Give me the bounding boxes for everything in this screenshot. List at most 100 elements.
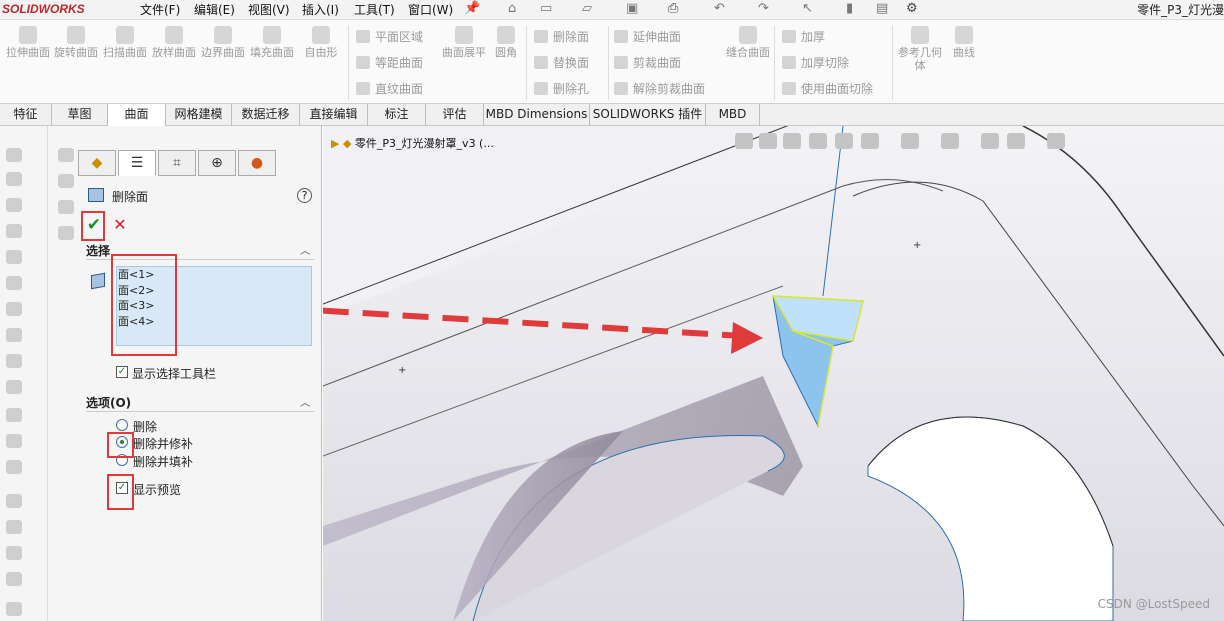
menu-tools[interactable]: 工具(T) (354, 1, 395, 18)
tool-icon[interactable] (6, 602, 22, 616)
offset-surface-button[interactable]: 等距曲面 (356, 54, 423, 72)
redo-icon[interactable]: ↷ (758, 1, 769, 16)
view-settings-icon[interactable] (1047, 133, 1065, 149)
tool-icon[interactable] (6, 224, 22, 238)
hide-show-items-icon[interactable] (941, 133, 959, 149)
tool-icon[interactable] (6, 250, 22, 264)
select-arrow-icon[interactable]: ↖ (802, 1, 813, 16)
tab-sketch[interactable]: 草图 (52, 104, 108, 126)
tab-solidworks-addins[interactable]: SOLIDWORKS 插件 (590, 104, 706, 126)
tool-icon[interactable] (6, 302, 22, 316)
ruled-surface-button[interactable]: 直纹曲面 (356, 80, 423, 98)
tool-icon[interactable] (6, 198, 22, 212)
cancel-button[interactable]: ✕ (110, 215, 130, 235)
reference-geometry-button[interactable]: 参考几何体 (898, 26, 942, 72)
apply-scene-icon[interactable] (1007, 133, 1025, 149)
graphics-viewport[interactable]: + + ▶ ◆ 零件_P3_灯光漫射罩_v3 (... CSDN @LostSp… (323, 126, 1224, 621)
sweep-surface-button[interactable]: 扫描曲面 (103, 26, 147, 59)
revolve-surface-button[interactable]: 旋转曲面 (54, 26, 98, 59)
pin-icon[interactable]: 📌 (464, 1, 480, 16)
panel-side-icon[interactable] (58, 148, 74, 162)
dynamic-annotation-icon[interactable] (835, 133, 853, 149)
tool-icon[interactable] (6, 494, 22, 508)
dimxpert-manager-tab[interactable]: ⊕ (198, 150, 236, 176)
print-icon[interactable]: ⎙ (668, 1, 678, 16)
property-manager-tab[interactable]: ☰ (118, 150, 156, 176)
curves-button[interactable]: 曲线 (942, 26, 986, 59)
loft-surface-button[interactable]: 放样曲面 (152, 26, 196, 59)
tool-icon[interactable] (6, 546, 22, 560)
rebuild-icon[interactable]: ▮ (846, 1, 853, 16)
tool-icon[interactable] (6, 460, 22, 474)
tool-icon[interactable] (6, 408, 22, 422)
edit-appearance-icon[interactable] (981, 133, 999, 149)
surface-flatten-button[interactable]: 曲面展平 (442, 26, 486, 59)
tab-mesh-modeling[interactable]: 网格建模 (166, 104, 232, 126)
delete-radio[interactable] (116, 419, 128, 431)
save-icon[interactable]: ▣ (626, 1, 638, 16)
boundary-surface-button[interactable]: 边界曲面 (201, 26, 245, 59)
tool-icon[interactable] (6, 380, 22, 394)
tab-surfaces[interactable]: 曲面 (108, 104, 166, 127)
help-icon[interactable]: ? (297, 188, 312, 203)
panel-side-icon[interactable] (58, 174, 74, 188)
options-section-header[interactable]: 选项(O) ︿ (86, 394, 314, 412)
tool-icon[interactable] (6, 354, 22, 368)
replace-face-button[interactable]: 替换面 (534, 54, 589, 72)
tool-icon[interactable] (6, 520, 22, 534)
tab-mbd-dimensions[interactable]: MBD Dimensions (484, 104, 590, 126)
zoom-to-area-icon[interactable] (759, 133, 777, 149)
panel-side-icon[interactable] (58, 200, 74, 214)
delete-hole-button[interactable]: 删除孔 (534, 80, 589, 98)
section-view-icon[interactable] (809, 133, 827, 149)
model-render[interactable]: + + (323, 126, 1224, 621)
fillet-button[interactable]: 圆角 (484, 26, 528, 59)
untrim-surface-button[interactable]: 解除剪裁曲面 (614, 80, 705, 98)
tab-data-migration[interactable]: 数据迁移 (232, 104, 300, 126)
tab-mbd[interactable]: MBD (706, 104, 760, 126)
tab-evaluate[interactable]: 评估 (426, 104, 484, 126)
menu-window[interactable]: 窗口(W) (408, 1, 453, 18)
delete-face-button[interactable]: 删除面 (534, 28, 589, 46)
thicken-cut-button[interactable]: 加厚切除 (782, 54, 849, 72)
fill-surface-button[interactable]: 填充曲面 (250, 26, 294, 59)
open-file-icon[interactable]: ▱ (582, 1, 592, 16)
tool-icon[interactable] (6, 276, 22, 290)
planar-surface-button[interactable]: 平面区域 (356, 28, 423, 46)
menu-insert[interactable]: 插入(I) (302, 1, 339, 18)
undo-icon[interactable]: ↶ (714, 1, 725, 16)
file-properties-icon[interactable]: ▤ (876, 1, 888, 16)
tool-icon[interactable] (6, 572, 22, 586)
tool-icon[interactable] (6, 434, 22, 448)
display-manager-tab[interactable]: ● (238, 150, 276, 176)
configuration-manager-tab[interactable]: ⌗ (158, 150, 196, 176)
show-toolbar-checkbox[interactable]: ✓ (116, 366, 128, 378)
knit-surface-button[interactable]: 缝合曲面 (726, 26, 770, 59)
display-style-icon[interactable] (901, 133, 919, 149)
options-gear-icon[interactable]: ⚙ (906, 1, 918, 16)
previous-view-icon[interactable] (783, 133, 801, 149)
feature-manager-tab[interactable]: ◆ (78, 150, 116, 176)
freeform-button[interactable]: 自由形 (299, 26, 343, 59)
menu-edit[interactable]: 编辑(E) (194, 1, 235, 18)
tab-features[interactable]: 特征 (0, 104, 52, 126)
view-orientation-icon[interactable] (861, 133, 879, 149)
thicken-button[interactable]: 加厚 (782, 28, 825, 46)
tool-icon[interactable] (6, 148, 22, 162)
collapse-icon[interactable]: ︿ (300, 242, 310, 257)
tool-icon[interactable] (6, 328, 22, 342)
surface-cut-button[interactable]: 使用曲面切除 (782, 80, 873, 98)
tab-markup[interactable]: 标注 (368, 104, 426, 126)
collapse-icon[interactable]: ︿ (300, 394, 310, 409)
tab-direct-editing[interactable]: 直接编辑 (300, 104, 368, 126)
extrude-surface-button[interactable]: 拉伸曲面 (6, 26, 50, 59)
extend-surface-button[interactable]: 延伸曲面 (614, 28, 681, 46)
tool-icon[interactable] (6, 172, 22, 186)
home-icon[interactable]: ⌂ (508, 1, 516, 16)
trim-surface-button[interactable]: 剪裁曲面 (614, 54, 681, 72)
panel-side-icon[interactable] (58, 226, 74, 240)
menu-file[interactable]: 文件(F) (140, 1, 180, 18)
breadcrumb[interactable]: ▶ ◆ 零件_P3_灯光漫射罩_v3 (... (331, 135, 494, 151)
menu-view[interactable]: 视图(V) (248, 1, 290, 18)
zoom-to-fit-icon[interactable] (735, 133, 753, 149)
